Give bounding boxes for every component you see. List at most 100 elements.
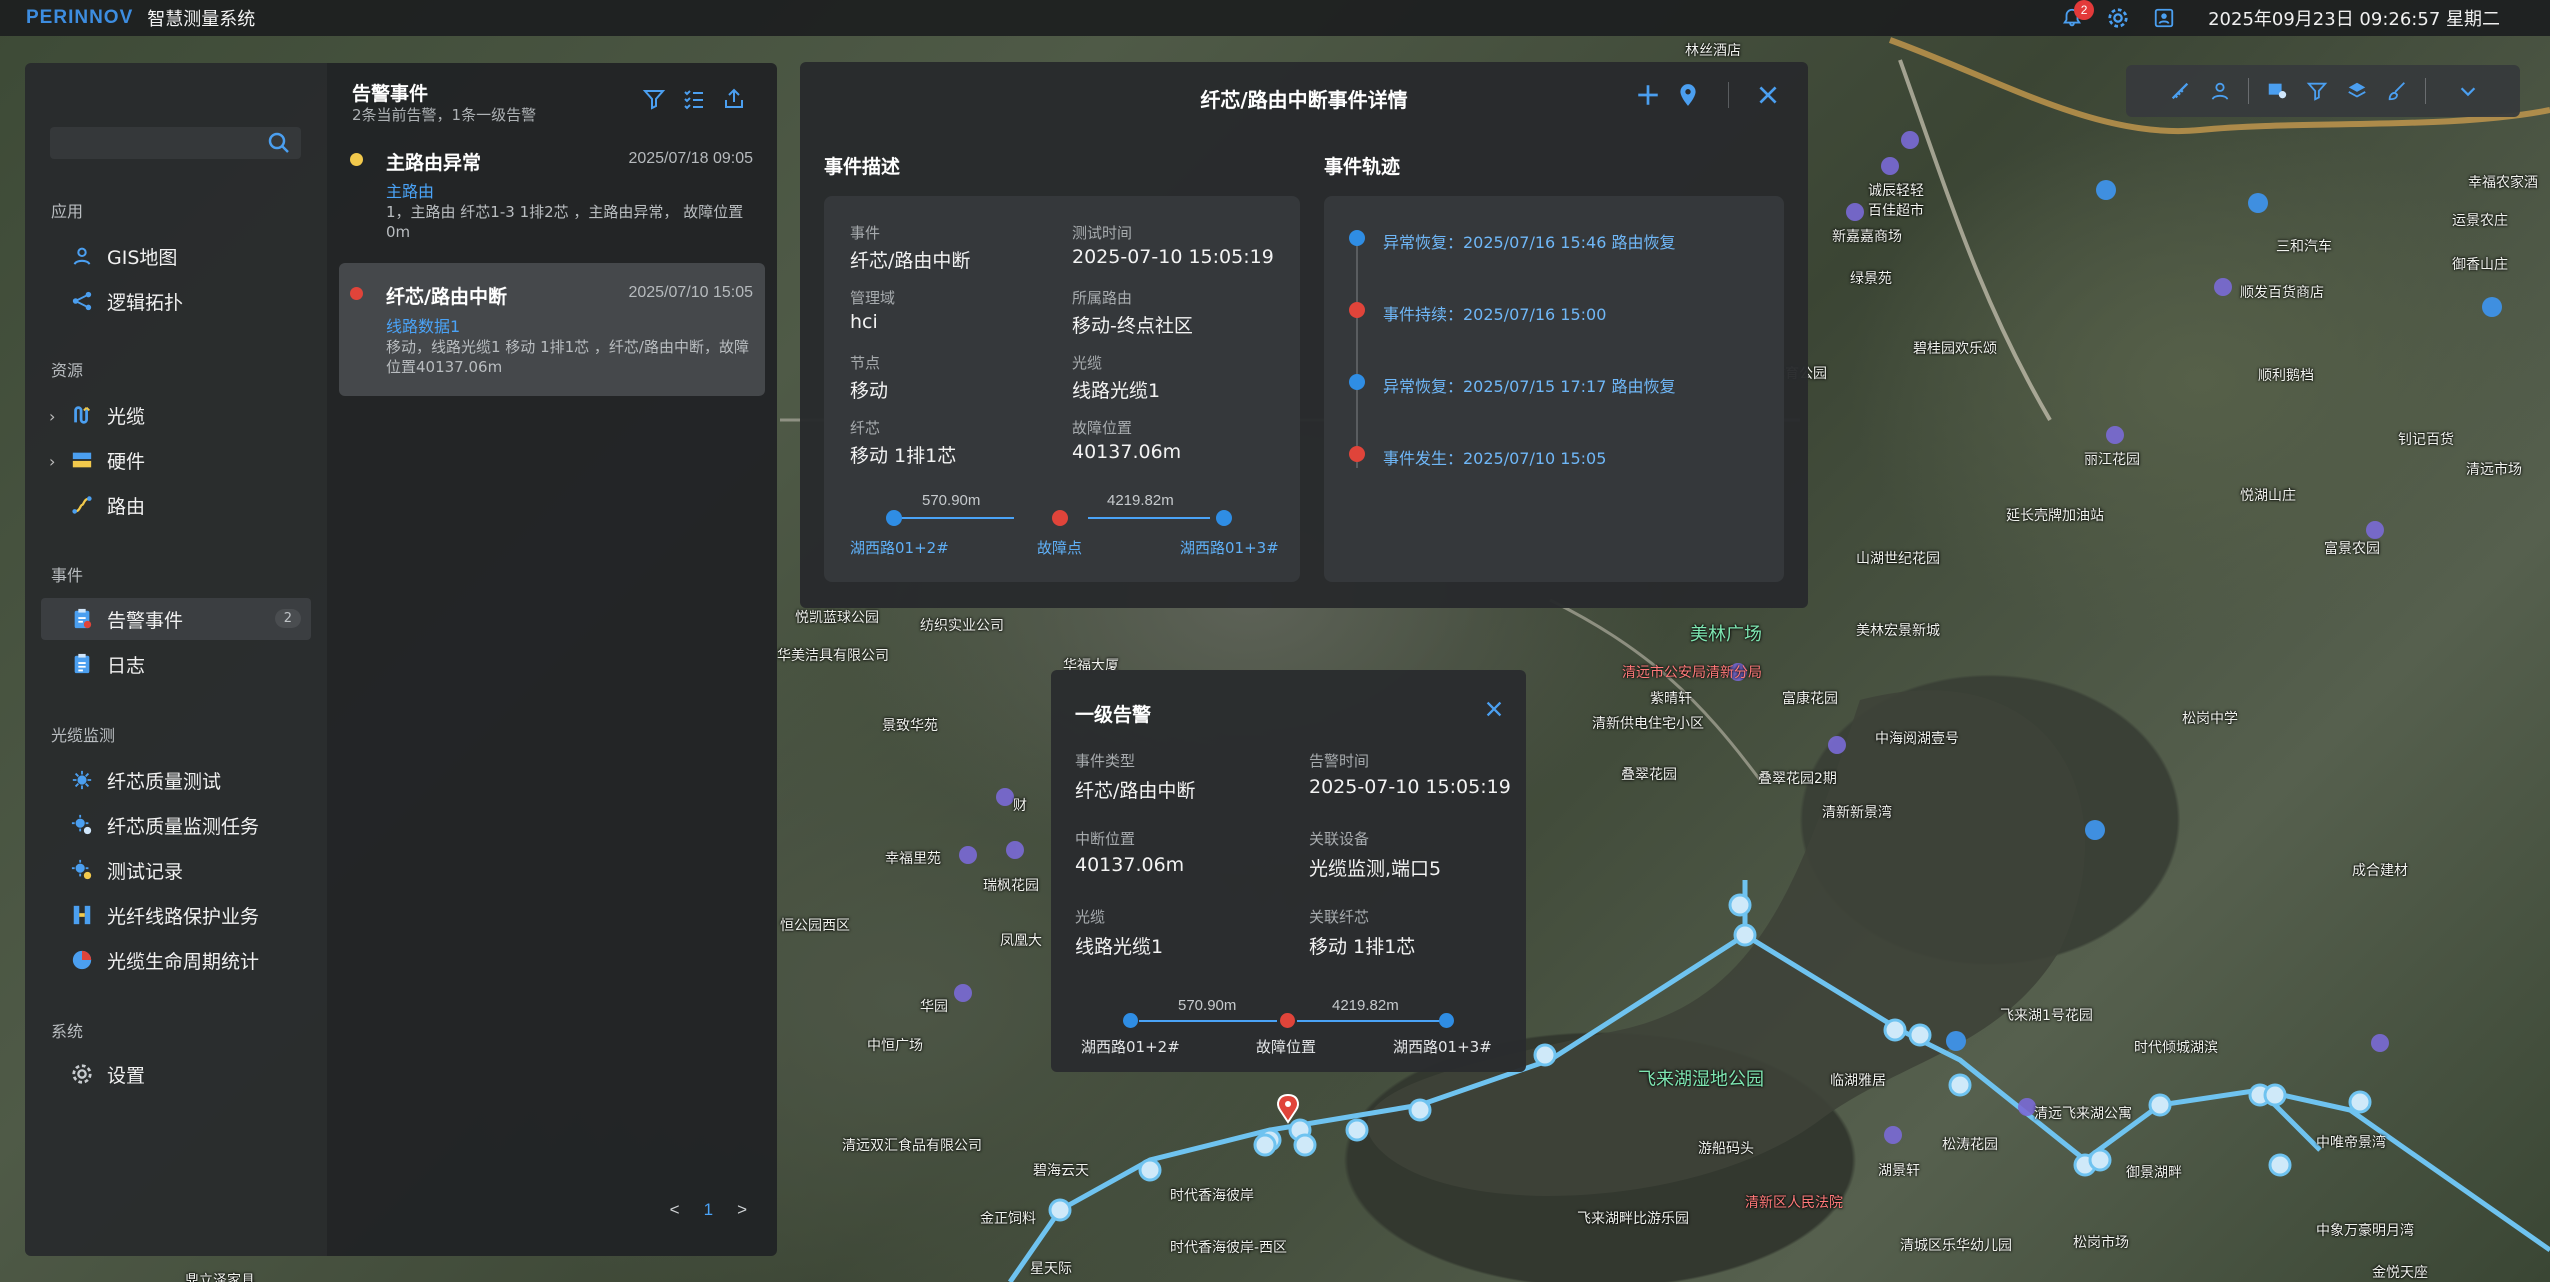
- fault-node-dot: [1280, 1013, 1295, 1028]
- filter-icon[interactable]: [2305, 79, 2329, 103]
- map-poi-label: 金悦天座: [2372, 1265, 2428, 1281]
- map-poi-label: 清远飞来湖公寓: [2034, 1106, 2132, 1122]
- clipboard-log-icon: [69, 651, 95, 677]
- share-topology-icon: [69, 288, 95, 314]
- level-one-alarm-popup: 一级告警 事件类型 纤芯/路由中断 告警时间 2025-07-10 15:05:…: [1051, 670, 1526, 1072]
- map-poi-label: 顺发百货商店: [2240, 285, 2324, 301]
- field-label: 光缆: [1072, 354, 1103, 372]
- layer-device-icon[interactable]: [2265, 79, 2289, 103]
- chevron-right-icon[interactable]: ›: [49, 452, 59, 471]
- settings-gear-icon[interactable]: [2106, 6, 2130, 30]
- layers-icon[interactable]: [2345, 79, 2369, 103]
- sidebar-item-test-record[interactable]: 测试记录: [41, 849, 311, 891]
- user-locate-icon[interactable]: [2208, 79, 2232, 103]
- sidebar-item-hardware[interactable]: › 硬件: [41, 439, 311, 481]
- filter-icon[interactable]: [642, 87, 666, 111]
- fault-node-label[interactable]: 故障点: [1037, 537, 1082, 558]
- map-poi-label: 美林广场: [1690, 624, 1762, 645]
- popup-title: 一级告警: [1075, 704, 1152, 726]
- field-value: 移动 1排1芯: [850, 445, 957, 467]
- chevron-right-icon[interactable]: ›: [49, 407, 59, 426]
- prev-page-button[interactable]: <: [670, 1200, 680, 1220]
- close-icon[interactable]: [1483, 698, 1505, 720]
- map-poi-label: 华美洁具有限公司: [777, 648, 889, 664]
- sidebar-item-log[interactable]: 日志: [41, 643, 311, 685]
- user-profile-icon[interactable]: [2152, 6, 2176, 30]
- export-icon[interactable]: [722, 87, 746, 111]
- map-poi-label: 游船码头: [1698, 1141, 1754, 1157]
- add-icon[interactable]: [1635, 82, 1661, 108]
- search-icon[interactable]: [267, 131, 291, 155]
- map-poi-label: 新嘉嘉商场: [1832, 229, 1902, 245]
- map-poi-label: 中象万豪明月湾: [2316, 1223, 2414, 1239]
- event-detail-panel: 纤芯/路由中断事件详情 事件描述 事件轨迹 事件 纤芯/路由中断 测试时间 20…: [800, 62, 1808, 608]
- sidebar-item-fiber-quality-test[interactable]: 纤芯质量测试: [41, 759, 311, 801]
- map-poi-label: 山湖世纪花园: [1856, 551, 1940, 567]
- sidebar-label: 硬件: [107, 450, 146, 473]
- map-poi-label: 飞来湖畔比游乐园: [1577, 1211, 1689, 1227]
- fault-node-label[interactable]: 故障位置: [1256, 1036, 1316, 1057]
- next-page-button[interactable]: >: [737, 1200, 747, 1220]
- sidebar-item-line-protection[interactable]: 光纤线路保护业务: [41, 894, 311, 936]
- map-poi-label: 成合建材: [2352, 863, 2408, 879]
- alarm-description: 移动，线路光缆1 移动 1排1芯 ，纤芯/路由中断，故障位置40137.06m: [386, 338, 749, 376]
- map-poi-label: 飞来湖1号花园: [2000, 1008, 2093, 1024]
- map-poi-label: 延长壳牌加油站: [2006, 508, 2104, 524]
- map-poi-label: 清新区人民法院: [1745, 1195, 1843, 1211]
- field-value: 2025-07-10 15:05:19: [1309, 776, 1511, 798]
- pagination: < 1 >: [670, 1200, 747, 1220]
- location-pin-icon[interactable]: [1675, 82, 1701, 108]
- map-poi-label: 御香山庄: [2452, 257, 2508, 273]
- toolbar-divider: [2248, 78, 2249, 104]
- brush-clear-icon[interactable]: [2385, 79, 2409, 103]
- chevron-down-icon[interactable]: [2456, 79, 2480, 103]
- map-poi-label: 百佳超市: [1868, 203, 1924, 219]
- sidebar-item-gis-map[interactable]: GIS地图: [41, 235, 311, 277]
- close-icon[interactable]: [1755, 82, 1781, 108]
- sidebar-item-logic-topology[interactable]: 逻辑拓扑: [41, 280, 311, 322]
- measure-ruler-icon[interactable]: [2168, 79, 2192, 103]
- current-page[interactable]: 1: [704, 1200, 713, 1220]
- timeline-entry: 异常恢复：2025/07/15 17:17 路由恢复: [1383, 377, 1676, 396]
- sidebar-item-settings[interactable]: 设置: [41, 1053, 311, 1095]
- field-label: 关联设备: [1309, 830, 1370, 848]
- alarm-list-panel: 告警事件 2条当前告警，1条一级告警 主路由异常 2025/07/18 09:0…: [327, 63, 777, 1256]
- map-poi-label: 时代香海彼岸: [1170, 1188, 1254, 1204]
- map-poi-label: 中恒广场: [867, 1038, 923, 1054]
- left-node-label[interactable]: 湖西路01+2#: [850, 537, 949, 558]
- alarm-list-item[interactable]: 纤芯/路由中断 2025/07/10 15:05 线路数据1 移动，线路光缆1 …: [339, 263, 765, 396]
- map-poi-label: 松涛花园: [1942, 1137, 1998, 1153]
- sidebar-label: 测试记录: [107, 860, 184, 883]
- track-heading: 事件轨迹: [1324, 156, 1401, 178]
- alarm-name: 纤芯/路由中断: [386, 286, 507, 308]
- left-node-label[interactable]: 湖西路01+2#: [1081, 1036, 1180, 1057]
- sidebar-label: 逻辑拓扑: [107, 291, 184, 314]
- sidebar-item-cable[interactable]: › 光缆: [41, 394, 311, 436]
- search-input[interactable]: [50, 127, 301, 159]
- map-toolbar: [2126, 65, 2520, 117]
- sun-test-icon: [69, 767, 95, 793]
- field-value: 线路光缆1: [1072, 380, 1161, 402]
- field-label: 告警时间: [1309, 752, 1370, 770]
- map-poi-label: 星天际: [1030, 1261, 1072, 1277]
- sidebar-item-fiber-monitor-task[interactable]: 纤芯质量监测任务: [41, 804, 311, 846]
- map-poi-label: 飞来湖湿地公园: [1638, 1069, 1764, 1090]
- map-poi-label: 幸福农家酒: [2468, 175, 2538, 191]
- field-label: 故障位置: [1072, 419, 1133, 437]
- alarm-description: 1，主路由 纤芯1-3 1排2芯 ，主路由异常， 故障位置0m: [386, 203, 744, 241]
- map-poi-label: 叠翠花园2期: [1758, 771, 1837, 787]
- sidebar-item-cable-lifecycle[interactable]: 光缆生命周期统计: [41, 939, 311, 981]
- section-system: 系统: [51, 1022, 84, 1041]
- alarm-route[interactable]: 线路数据1: [386, 313, 460, 337]
- checklist-icon[interactable]: [682, 87, 706, 111]
- field-value: 移动: [850, 380, 889, 402]
- sidebar-label: 告警事件: [107, 609, 184, 632]
- sidebar-item-route[interactable]: 路由: [41, 484, 311, 526]
- alarm-route[interactable]: 主路由: [386, 178, 434, 202]
- sidebar-item-alarm-events[interactable]: 告警事件 2: [41, 598, 311, 640]
- alarm-bell-icon[interactable]: 2: [2060, 0, 2095, 30]
- right-node-label[interactable]: 湖西路01+3#: [1393, 1036, 1492, 1057]
- alarm-list-item[interactable]: 主路由异常 2025/07/18 09:05 主路由 1，主路由 纤芯1-3 1…: [339, 138, 765, 248]
- timeline-entry: 异常恢复：2025/07/16 15:46 路由恢复: [1383, 233, 1676, 252]
- right-node-label[interactable]: 湖西路01+3#: [1180, 537, 1279, 558]
